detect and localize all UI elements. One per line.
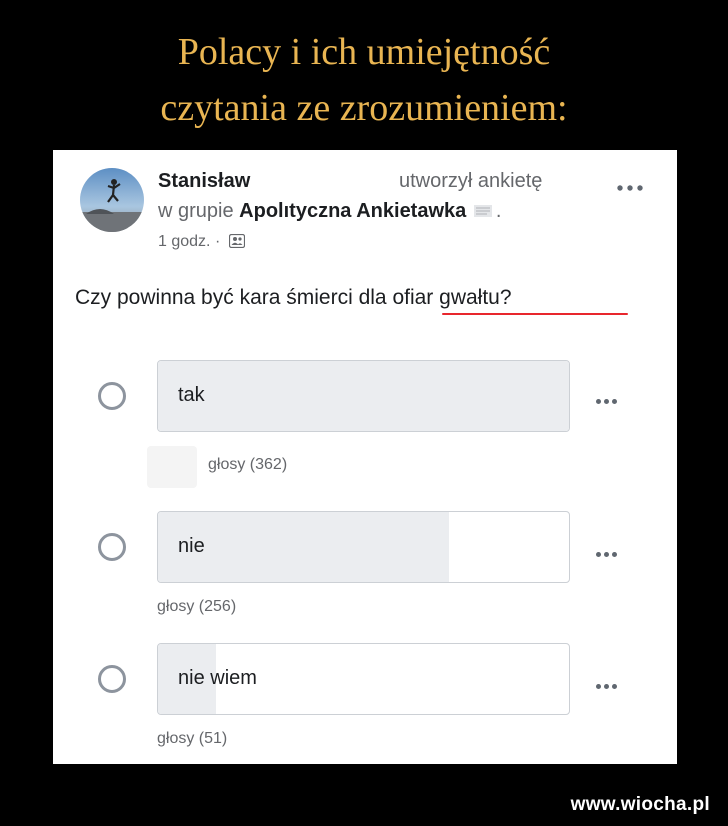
poll-option-votes[interactable]: głosy (51) (157, 730, 227, 748)
group-name-link[interactable]: Apolıtyczna Ankietawka (239, 200, 466, 222)
document-icon (472, 201, 496, 217)
question-highlight-underline (442, 313, 628, 315)
group-line: w grupie Apolıtyczna Ankietawka . (158, 200, 501, 223)
group-suffix: . (495, 200, 502, 222)
poll-option-label: nie wiem (178, 667, 257, 689)
poll-option-nie[interactable]: nie (157, 511, 570, 583)
poll-option-radio-nie-wiem[interactable] (98, 665, 126, 693)
poll-option-radio-nie[interactable] (98, 533, 126, 561)
poll-question: Czy powinna być kara śmierci dla ofiar g… (75, 286, 512, 309)
poll-option-label: nie (178, 535, 205, 557)
voter-avatars[interactable] (147, 446, 197, 488)
poll-post-card: Stanisław utworzył ankietę w grupie Apol… (53, 150, 677, 764)
post-author[interactable]: Stanisław (158, 170, 250, 193)
time-separator: · (214, 233, 221, 250)
poll-option-votes[interactable]: głosy (362) (208, 456, 287, 474)
option-more-icon[interactable] (596, 544, 620, 562)
group-audience-icon (228, 233, 245, 249)
meme-title-line-2: czytania ze zrozumieniem: (160, 87, 568, 129)
site-watermark: www.wiocha.pl (570, 794, 710, 815)
poll-option-label: tak (178, 384, 205, 406)
post-timestamp-line: 1 godz. · (158, 233, 245, 251)
poll-option-bar-fill (158, 361, 569, 431)
option-more-icon[interactable] (596, 676, 620, 694)
option-more-icon[interactable] (596, 391, 620, 409)
post-more-options-icon[interactable] (617, 178, 643, 196)
meme-title-line-1: Polacy i ich umiejętność (177, 31, 551, 73)
poll-option-nie-wiem[interactable]: nie wiem (157, 643, 570, 715)
poll-option-tak[interactable]: tak (157, 360, 570, 432)
post-time[interactable]: 1 godz. (158, 233, 210, 250)
avatar[interactable] (80, 168, 144, 232)
post-action-text: utworzył ankietę (399, 170, 543, 192)
poll-option-votes[interactable]: głosy (256) (157, 598, 236, 616)
group-prefix: w grupie (158, 200, 234, 222)
poll-option-radio-tak[interactable] (98, 382, 126, 410)
